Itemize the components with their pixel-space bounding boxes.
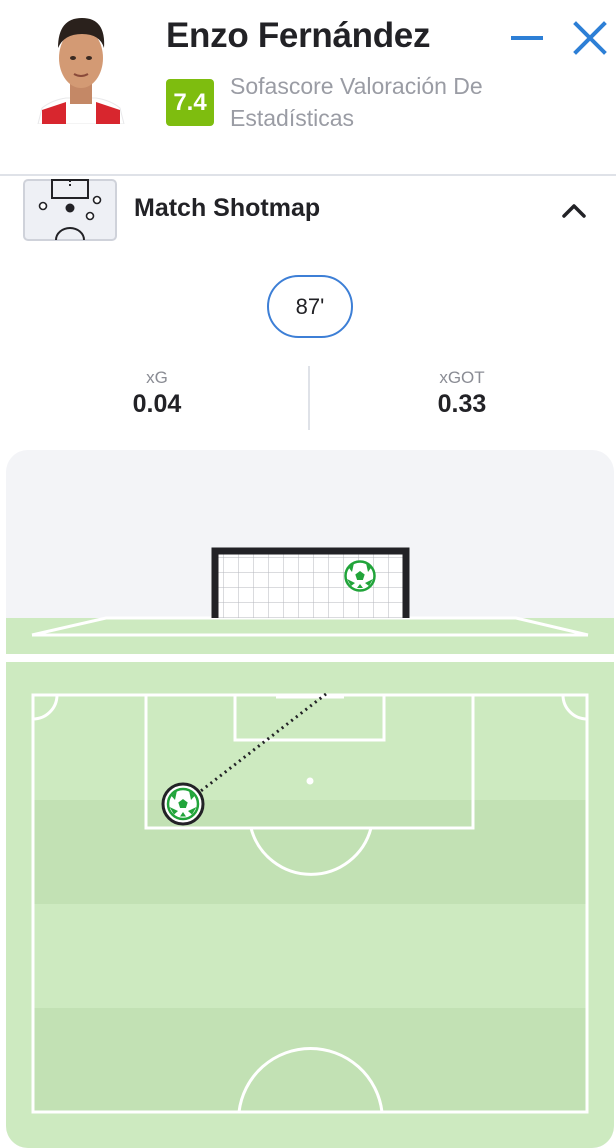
xg-stat: xG 0.04 — [57, 368, 257, 420]
close-icon[interactable] — [572, 20, 608, 56]
player-header: Enzo Fernández 7.4 Sofascore Valoración … — [0, 0, 616, 176]
xgot-value: 0.33 — [437, 390, 487, 418]
minimize-icon[interactable] — [508, 20, 546, 56]
shotmap-section-header[interactable]: Match Shotmap — [0, 178, 616, 242]
rating-badge: 7.4 — [166, 79, 214, 126]
shot-location-marker[interactable] — [161, 782, 205, 826]
shotmap-pitch — [6, 450, 614, 1148]
stat-divider — [308, 366, 310, 430]
shot-minute-button[interactable]: 87' — [267, 275, 353, 338]
xgot-stat: xGOT 0.33 — [362, 368, 562, 420]
player-avatar — [37, 18, 125, 124]
football-icon — [344, 560, 376, 592]
player-name: Enzo Fernández — [166, 16, 431, 55]
rating-label: Sofascore Valoración De Estadísticas — [230, 73, 483, 131]
section-title: Match Shotmap — [134, 194, 321, 222]
xg-label: xG — [146, 368, 168, 387]
xgot-label: xGOT — [439, 368, 485, 387]
xg-value: 0.04 — [132, 390, 182, 418]
chevron-up-icon[interactable] — [558, 196, 590, 224]
shotmap-pitch-icon — [23, 179, 117, 241]
